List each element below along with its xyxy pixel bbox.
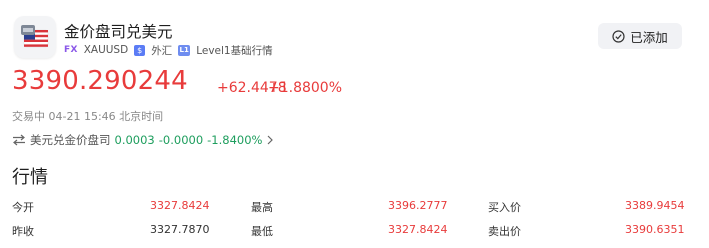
chevron-right-icon (268, 135, 274, 145)
section-title-market: 行情 (12, 167, 48, 188)
instrument-tags: FX XAUUSD $ 外汇 L1 Level1基础行情 (64, 43, 273, 57)
price-change-percent: +1.8800% (268, 80, 343, 96)
fx-tag: FX (64, 45, 78, 55)
label-open: 今开 (12, 201, 34, 214)
value-low: 3327.8424 (388, 223, 448, 236)
swap-icon (13, 134, 25, 146)
added-watchlist-button[interactable]: 已添加 (598, 23, 682, 49)
reverse-pair-change: -0.0000 (158, 133, 204, 147)
label-bid: 买入价 (488, 201, 521, 214)
check-circle-icon (612, 29, 625, 43)
currency-flag-icon (14, 16, 56, 58)
value-open: 3327.8424 (150, 199, 210, 212)
added-button-label: 已添加 (630, 29, 668, 45)
value-high: 3396.2777 (388, 199, 448, 212)
us-flag-icon (21, 25, 49, 48)
current-price: 3390.290244 (12, 66, 188, 96)
reverse-pair-label: 美元兑金价盘司 (30, 133, 111, 147)
forex-icon: $ (134, 44, 146, 56)
level-label: Level1基础行情 (196, 44, 273, 57)
label-high: 最高 (251, 201, 273, 214)
level1-icon: L1 (178, 44, 191, 56)
value-bid: 3389.9454 (625, 199, 685, 212)
reverse-pair-change-percent: -1.8400% (207, 133, 263, 147)
page-title: 金价盘司兑美元 (64, 23, 173, 41)
value-ask: 3390.6351 (625, 223, 685, 236)
reverse-pair-price: 0.0003 (114, 133, 155, 147)
trading-status: 交易中 04-21 15:46 北京时间 (12, 110, 164, 123)
label-prev-close: 昨收 (12, 225, 34, 238)
label-ask: 卖出价 (488, 225, 521, 238)
market-label: 外汇 (151, 44, 173, 57)
value-prev-close: 3327.7870 (150, 223, 210, 236)
label-low: 最低 (251, 225, 273, 238)
reverse-pair-link[interactable]: 美元兑金价盘司 0.0003 -0.0000 -1.8400% (12, 132, 274, 148)
symbol-label: XAUUSD (83, 44, 129, 56)
